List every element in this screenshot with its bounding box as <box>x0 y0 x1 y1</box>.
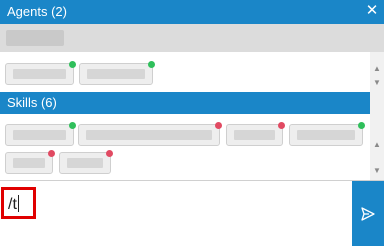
online-status-dot <box>69 122 76 129</box>
skill-name-placeholder <box>86 130 212 140</box>
send-icon <box>361 207 375 221</box>
skill-name-placeholder <box>234 130 275 140</box>
busy-status-dot <box>48 150 55 157</box>
agents-filter-bar <box>0 24 384 52</box>
online-status-dot <box>148 61 155 68</box>
skill-name-placeholder <box>13 130 66 140</box>
busy-status-dot <box>278 122 285 129</box>
send-button[interactable] <box>352 181 384 246</box>
input-highlight-box <box>1 187 36 219</box>
message-composer: /t <box>0 180 384 246</box>
close-icon[interactable]: ✕ <box>364 3 380 19</box>
filter-chip[interactable] <box>6 30 64 46</box>
skill-chip[interactable] <box>78 122 222 146</box>
agent-name-placeholder <box>13 69 66 79</box>
skills-title: Skills (6) <box>7 95 57 110</box>
scroll-up-icon[interactable]: ▲ <box>370 138 384 152</box>
agent-chip[interactable] <box>79 61 155 85</box>
online-status-dot <box>358 122 365 129</box>
skill-name-placeholder <box>67 158 103 168</box>
busy-status-dot <box>106 150 113 157</box>
agents-list <box>0 52 370 92</box>
message-input[interactable]: /t <box>0 181 352 246</box>
agent-name-placeholder <box>87 69 145 79</box>
skill-chip[interactable] <box>289 122 365 146</box>
skills-header: Skills (6) <box>0 92 370 114</box>
skill-chip[interactable] <box>5 122 76 146</box>
skill-chip[interactable] <box>5 150 55 174</box>
skills-list <box>0 114 370 180</box>
scroll-down-icon[interactable]: ▼ <box>370 76 384 90</box>
scrollbar[interactable]: ▲ ▼ ▲ ▼ <box>370 52 384 180</box>
busy-status-dot <box>215 122 222 129</box>
online-status-dot <box>69 61 76 68</box>
skill-name-placeholder <box>13 158 45 168</box>
scroll-up-icon[interactable]: ▲ <box>370 62 384 76</box>
agents-header: Agents (2) ✕ <box>0 0 384 24</box>
skill-name-placeholder <box>297 130 355 140</box>
skill-chip[interactable] <box>226 122 285 146</box>
skill-chip[interactable] <box>59 150 113 174</box>
scroll-down-icon[interactable]: ▼ <box>370 164 384 178</box>
agent-chip[interactable] <box>5 61 76 85</box>
agents-title: Agents (2) <box>7 4 67 19</box>
